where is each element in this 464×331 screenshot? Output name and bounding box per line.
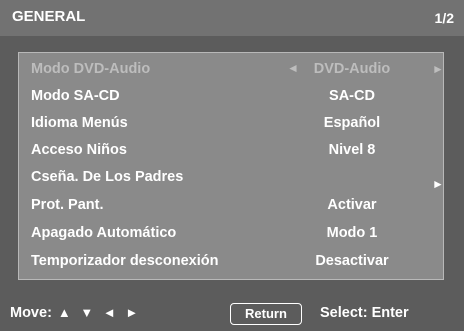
right-arrow-icon[interactable]: ► [432, 177, 444, 191]
menu-item-label: Apagado Automático [31, 225, 177, 241]
menu-item-dvd-audio-mode[interactable]: Modo DVD-Audio ◄ DVD-Audio ► [19, 57, 444, 83]
menu-item-value: SA-CD [329, 88, 375, 104]
menu-title: GENERAL [12, 8, 86, 25]
menu-item-label: Prot. Pant. [31, 197, 104, 213]
menu-item-label: Idioma Menús [31, 115, 128, 131]
menu-item-label: Modo DVD-Audio [31, 61, 151, 77]
move-hint: Move: ▲ ▼ ◄ ► [10, 305, 141, 321]
menu-item-auto-power-off[interactable]: Apagado Automático Modo 1 [19, 221, 443, 247]
direction-arrows-icon: ▲ ▼ ◄ ► [57, 305, 142, 320]
menu-item-label: Modo SA-CD [31, 88, 120, 104]
menu-item-parental-password[interactable]: Cseña. De Los Padres ► [19, 165, 444, 191]
menu-item-sacd-mode[interactable]: Modo SA-CD SA-CD [19, 84, 443, 110]
select-hint: Select: Enter [320, 305, 409, 321]
menu-item-sleep-timer[interactable]: Temporizador desconexión Desactivar [19, 249, 443, 275]
menu-item-label: Cseña. De Los Padres [31, 169, 184, 185]
menu-item-value: Desactivar [315, 253, 389, 269]
return-button[interactable]: Return [230, 303, 302, 325]
menu-item-parental-access[interactable]: Acceso Niños Nivel 8 [19, 138, 443, 164]
menu-item-value: Español [323, 115, 381, 131]
menu-item-label: Acceso Niños [31, 142, 127, 158]
menu-item-label: Temporizador desconexión [31, 253, 219, 269]
menu-header: GENERAL 1/2 [0, 0, 464, 36]
move-label: Move: [10, 305, 52, 321]
menu-item-value: DVD-Audio [313, 61, 391, 77]
settings-panel: Modo DVD-Audio ◄ DVD-Audio ► Modo SA-CD … [18, 52, 444, 280]
menu-item-value: Activar [327, 197, 377, 213]
page-indicator: 1/2 [434, 10, 454, 26]
menu-item-value: Nivel 8 [328, 142, 376, 158]
footer-bar: Move: ▲ ▼ ◄ ► Return Select: Enter [0, 296, 464, 331]
menu-item-value: Modo 1 [326, 225, 378, 241]
menu-item-screen-saver[interactable]: Prot. Pant. Activar [19, 193, 443, 219]
menu-item-menu-language[interactable]: Idioma Menús Español [19, 111, 443, 137]
right-arrow-icon[interactable]: ► [432, 62, 444, 76]
